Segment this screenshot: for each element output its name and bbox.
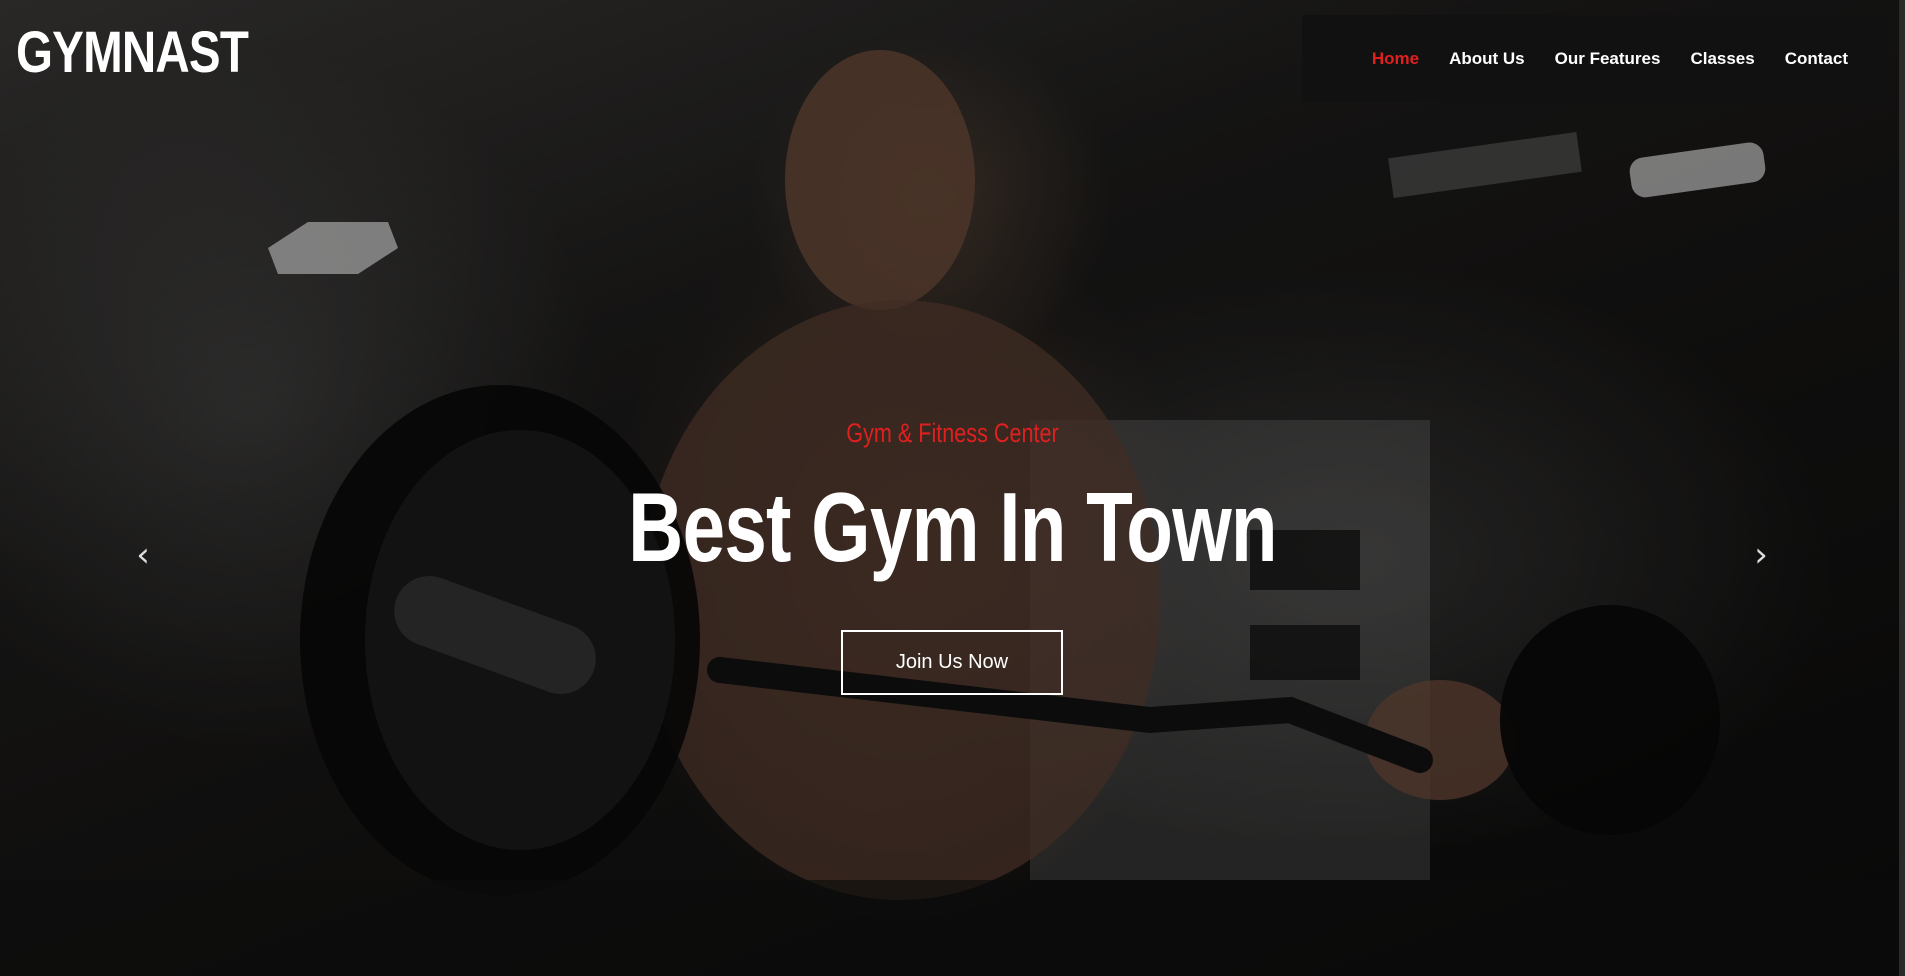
chevron-left-icon[interactable]: ‹ [128,538,158,572]
nav-item-contact[interactable]: Contact [1785,49,1848,69]
nav-item-about-us[interactable]: About Us [1449,49,1525,69]
nav-item-our-features[interactable]: Our Features [1555,49,1661,69]
nav-item-home[interactable]: Home [1372,49,1419,69]
hero-subtitle: Gym & Fitness Center [846,418,1059,448]
site-logo[interactable]: GYMNAST [16,24,249,82]
chevron-right-icon[interactable]: › [1746,538,1776,572]
join-us-button[interactable]: Join Us Now [841,630,1063,695]
main-navigation: Home About Us Our Features Classes Conta… [1302,15,1888,102]
page-scrollbar[interactable] [1899,0,1905,976]
nav-item-classes[interactable]: Classes [1690,49,1754,69]
hero-headline: Best Gym In Town [628,472,1277,582]
